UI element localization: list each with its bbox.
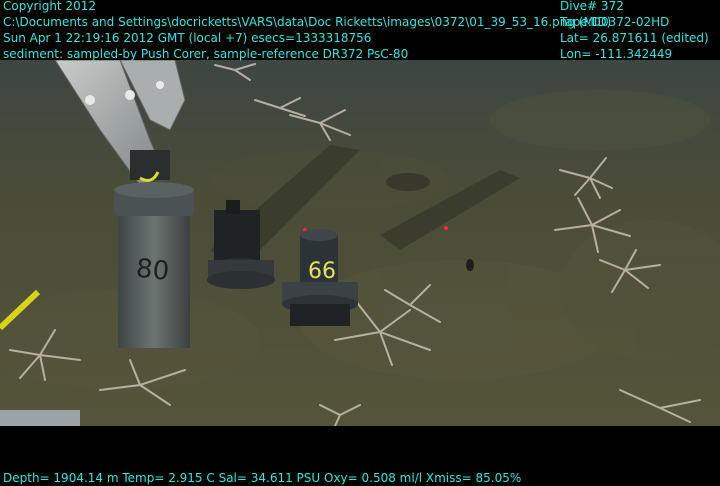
- vehicle-edge: [0, 410, 80, 426]
- rock: [466, 259, 474, 271]
- core-label: 80: [135, 254, 171, 287]
- overlay-bottom: Depth= 1904.14 m Temp= 2.915 C Sal= 34.6…: [3, 470, 521, 486]
- overlay-top-left: Copyright 2012 C:\Documents and Settings…: [3, 0, 611, 62]
- datetime-text: Sun Apr 1 22:19:16 2012 GMT (local +7) e…: [3, 31, 372, 45]
- laser-dot: [444, 226, 448, 230]
- image-path-text: C:\Documents and Settings\docricketts\VA…: [3, 15, 612, 29]
- latitude-text: Lat= 26.871611 (edited): [560, 31, 709, 45]
- telemetry-text: Depth= 1904.14 m Temp= 2.915 C Sal= 34.6…: [3, 471, 522, 485]
- push-core-held: 80: [114, 182, 194, 348]
- sample-text: sediment: sampled-by Push Corer, sample-…: [3, 47, 409, 61]
- rock: [386, 173, 430, 191]
- video-frame: 80 66 Copyright 2012 C:\Documents and Se…: [0, 0, 720, 486]
- tape-text: Tape:D0372-02HD: [560, 15, 670, 29]
- longitude-text: Lon= -111.342449: [560, 47, 673, 61]
- seafloor-image: 80 66: [0, 60, 720, 426]
- copyright-text: Copyright 2012: [3, 0, 96, 13]
- seafloor-scene: 80 66: [0, 60, 720, 426]
- core-label: 66: [308, 259, 336, 284]
- dive-text: Dive# 372: [560, 0, 624, 13]
- overlay-top-right: Dive# 372 Tape:D0372-02HD Lat= 26.871611…: [560, 0, 709, 62]
